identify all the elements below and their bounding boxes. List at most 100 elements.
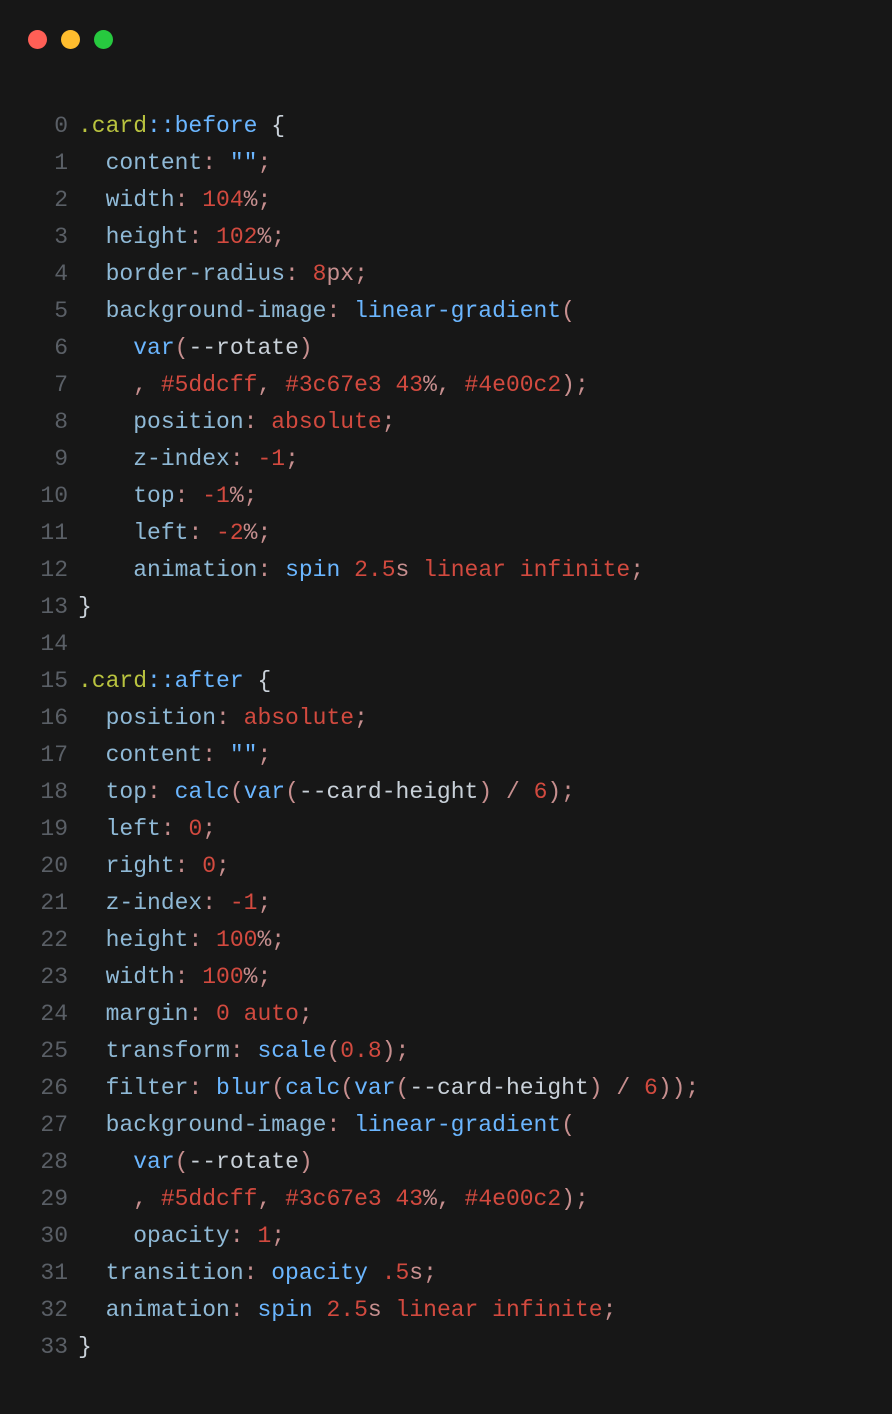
line-number: 24 <box>20 996 78 1033</box>
line-number: 19 <box>20 811 78 848</box>
line-text: transition: opacity .5s; <box>78 1255 437 1292</box>
line-number: 30 <box>20 1218 78 1255</box>
line-text: } <box>78 1329 92 1366</box>
line-number: 4 <box>20 256 78 293</box>
line-text: z-index: -1; <box>78 441 299 478</box>
line-text: margin: 0 auto; <box>78 996 313 1033</box>
code-line: 27 background-image: linear-gradient( <box>20 1107 699 1144</box>
line-text: position: absolute; <box>78 404 395 441</box>
line-number: 32 <box>20 1292 78 1329</box>
line-number: 8 <box>20 404 78 441</box>
window-controls <box>28 30 113 49</box>
line-number: 33 <box>20 1329 78 1366</box>
line-text: animation: spin 2.5s linear infinite; <box>78 1292 616 1329</box>
code-line: 16 position: absolute; <box>20 700 699 737</box>
code-line: 20 right: 0; <box>20 848 699 885</box>
line-text: height: 102%; <box>78 219 285 256</box>
line-text: transform: scale(0.8); <box>78 1033 409 1070</box>
line-number: 21 <box>20 885 78 922</box>
code-line: 17 content: ""; <box>20 737 699 774</box>
line-text: animation: spin 2.5s linear infinite; <box>78 552 644 589</box>
code-line: 24 margin: 0 auto; <box>20 996 699 1033</box>
line-text: content: ""; <box>78 737 271 774</box>
line-number: 10 <box>20 478 78 515</box>
line-number: 31 <box>20 1255 78 1292</box>
code-line: 7 , #5ddcff, #3c67e3 43%, #4e00c2); <box>20 367 699 404</box>
line-text: left: -2%; <box>78 515 271 552</box>
code-line: 32 animation: spin 2.5s linear infinite; <box>20 1292 699 1329</box>
line-number: 17 <box>20 737 78 774</box>
code-line: 4 border-radius: 8px; <box>20 256 699 293</box>
line-number: 6 <box>20 330 78 367</box>
line-text: top: calc(var(--card-height) / 6); <box>78 774 575 811</box>
line-text: position: absolute; <box>78 700 368 737</box>
line-number: 12 <box>20 552 78 589</box>
code-line: 3 height: 102%; <box>20 219 699 256</box>
line-text: right: 0; <box>78 848 230 885</box>
minimize-icon[interactable] <box>61 30 80 49</box>
line-text: var(--rotate) <box>78 330 313 367</box>
code-line: 33} <box>20 1329 699 1366</box>
line-text: width: 100%; <box>78 959 271 996</box>
line-number: 23 <box>20 959 78 996</box>
code-line: 18 top: calc(var(--card-height) / 6); <box>20 774 699 811</box>
code-block: 0.card::before {1 content: "";2 width: 1… <box>20 108 699 1366</box>
line-number: 13 <box>20 589 78 626</box>
code-line: 29 , #5ddcff, #3c67e3 43%, #4e00c2); <box>20 1181 699 1218</box>
line-number: 27 <box>20 1107 78 1144</box>
line-text: content: ""; <box>78 145 271 182</box>
line-text: height: 100%; <box>78 922 285 959</box>
line-number: 5 <box>20 293 78 330</box>
code-line: 2 width: 104%; <box>20 182 699 219</box>
line-number: 9 <box>20 441 78 478</box>
code-line: 22 height: 100%; <box>20 922 699 959</box>
code-line: 14 <box>20 626 699 663</box>
line-text: var(--rotate) <box>78 1144 313 1181</box>
line-number: 16 <box>20 700 78 737</box>
code-line: 9 z-index: -1; <box>20 441 699 478</box>
line-text: background-image: linear-gradient( <box>78 293 575 330</box>
line-number: 26 <box>20 1070 78 1107</box>
line-number: 2 <box>20 182 78 219</box>
code-line: 26 filter: blur(calc(var(--card-height) … <box>20 1070 699 1107</box>
code-line: 6 var(--rotate) <box>20 330 699 367</box>
line-text: z-index: -1; <box>78 885 271 922</box>
line-text: , #5ddcff, #3c67e3 43%, #4e00c2); <box>78 367 589 404</box>
line-number: 28 <box>20 1144 78 1181</box>
line-number: 15 <box>20 663 78 700</box>
code-line: 23 width: 100%; <box>20 959 699 996</box>
code-line: 19 left: 0; <box>20 811 699 848</box>
line-number: 11 <box>20 515 78 552</box>
code-line: 28 var(--rotate) <box>20 1144 699 1181</box>
code-line: 0.card::before { <box>20 108 699 145</box>
code-line: 31 transition: opacity .5s; <box>20 1255 699 1292</box>
line-number: 3 <box>20 219 78 256</box>
line-number: 18 <box>20 774 78 811</box>
code-line: 30 opacity: 1; <box>20 1218 699 1255</box>
code-line: 21 z-index: -1; <box>20 885 699 922</box>
line-text: width: 104%; <box>78 182 271 219</box>
line-number: 1 <box>20 145 78 182</box>
line-text: background-image: linear-gradient( <box>78 1107 575 1144</box>
code-line: 5 background-image: linear-gradient( <box>20 293 699 330</box>
line-text: opacity: 1; <box>78 1218 285 1255</box>
code-line: 1 content: ""; <box>20 145 699 182</box>
line-number: 25 <box>20 1033 78 1070</box>
code-line: 13} <box>20 589 699 626</box>
code-line: 8 position: absolute; <box>20 404 699 441</box>
code-line: 12 animation: spin 2.5s linear infinite; <box>20 552 699 589</box>
code-line: 10 top: -1%; <box>20 478 699 515</box>
code-line: 25 transform: scale(0.8); <box>20 1033 699 1070</box>
zoom-icon[interactable] <box>94 30 113 49</box>
line-number: 29 <box>20 1181 78 1218</box>
line-text: border-radius: 8px; <box>78 256 368 293</box>
line-text: .card::after { <box>78 663 271 700</box>
line-text: , #5ddcff, #3c67e3 43%, #4e00c2); <box>78 1181 589 1218</box>
close-icon[interactable] <box>28 30 47 49</box>
code-line: 11 left: -2%; <box>20 515 699 552</box>
line-number: 20 <box>20 848 78 885</box>
line-number: 22 <box>20 922 78 959</box>
code-line: 15.card::after { <box>20 663 699 700</box>
line-number: 14 <box>20 626 78 663</box>
line-number: 0 <box>20 108 78 145</box>
